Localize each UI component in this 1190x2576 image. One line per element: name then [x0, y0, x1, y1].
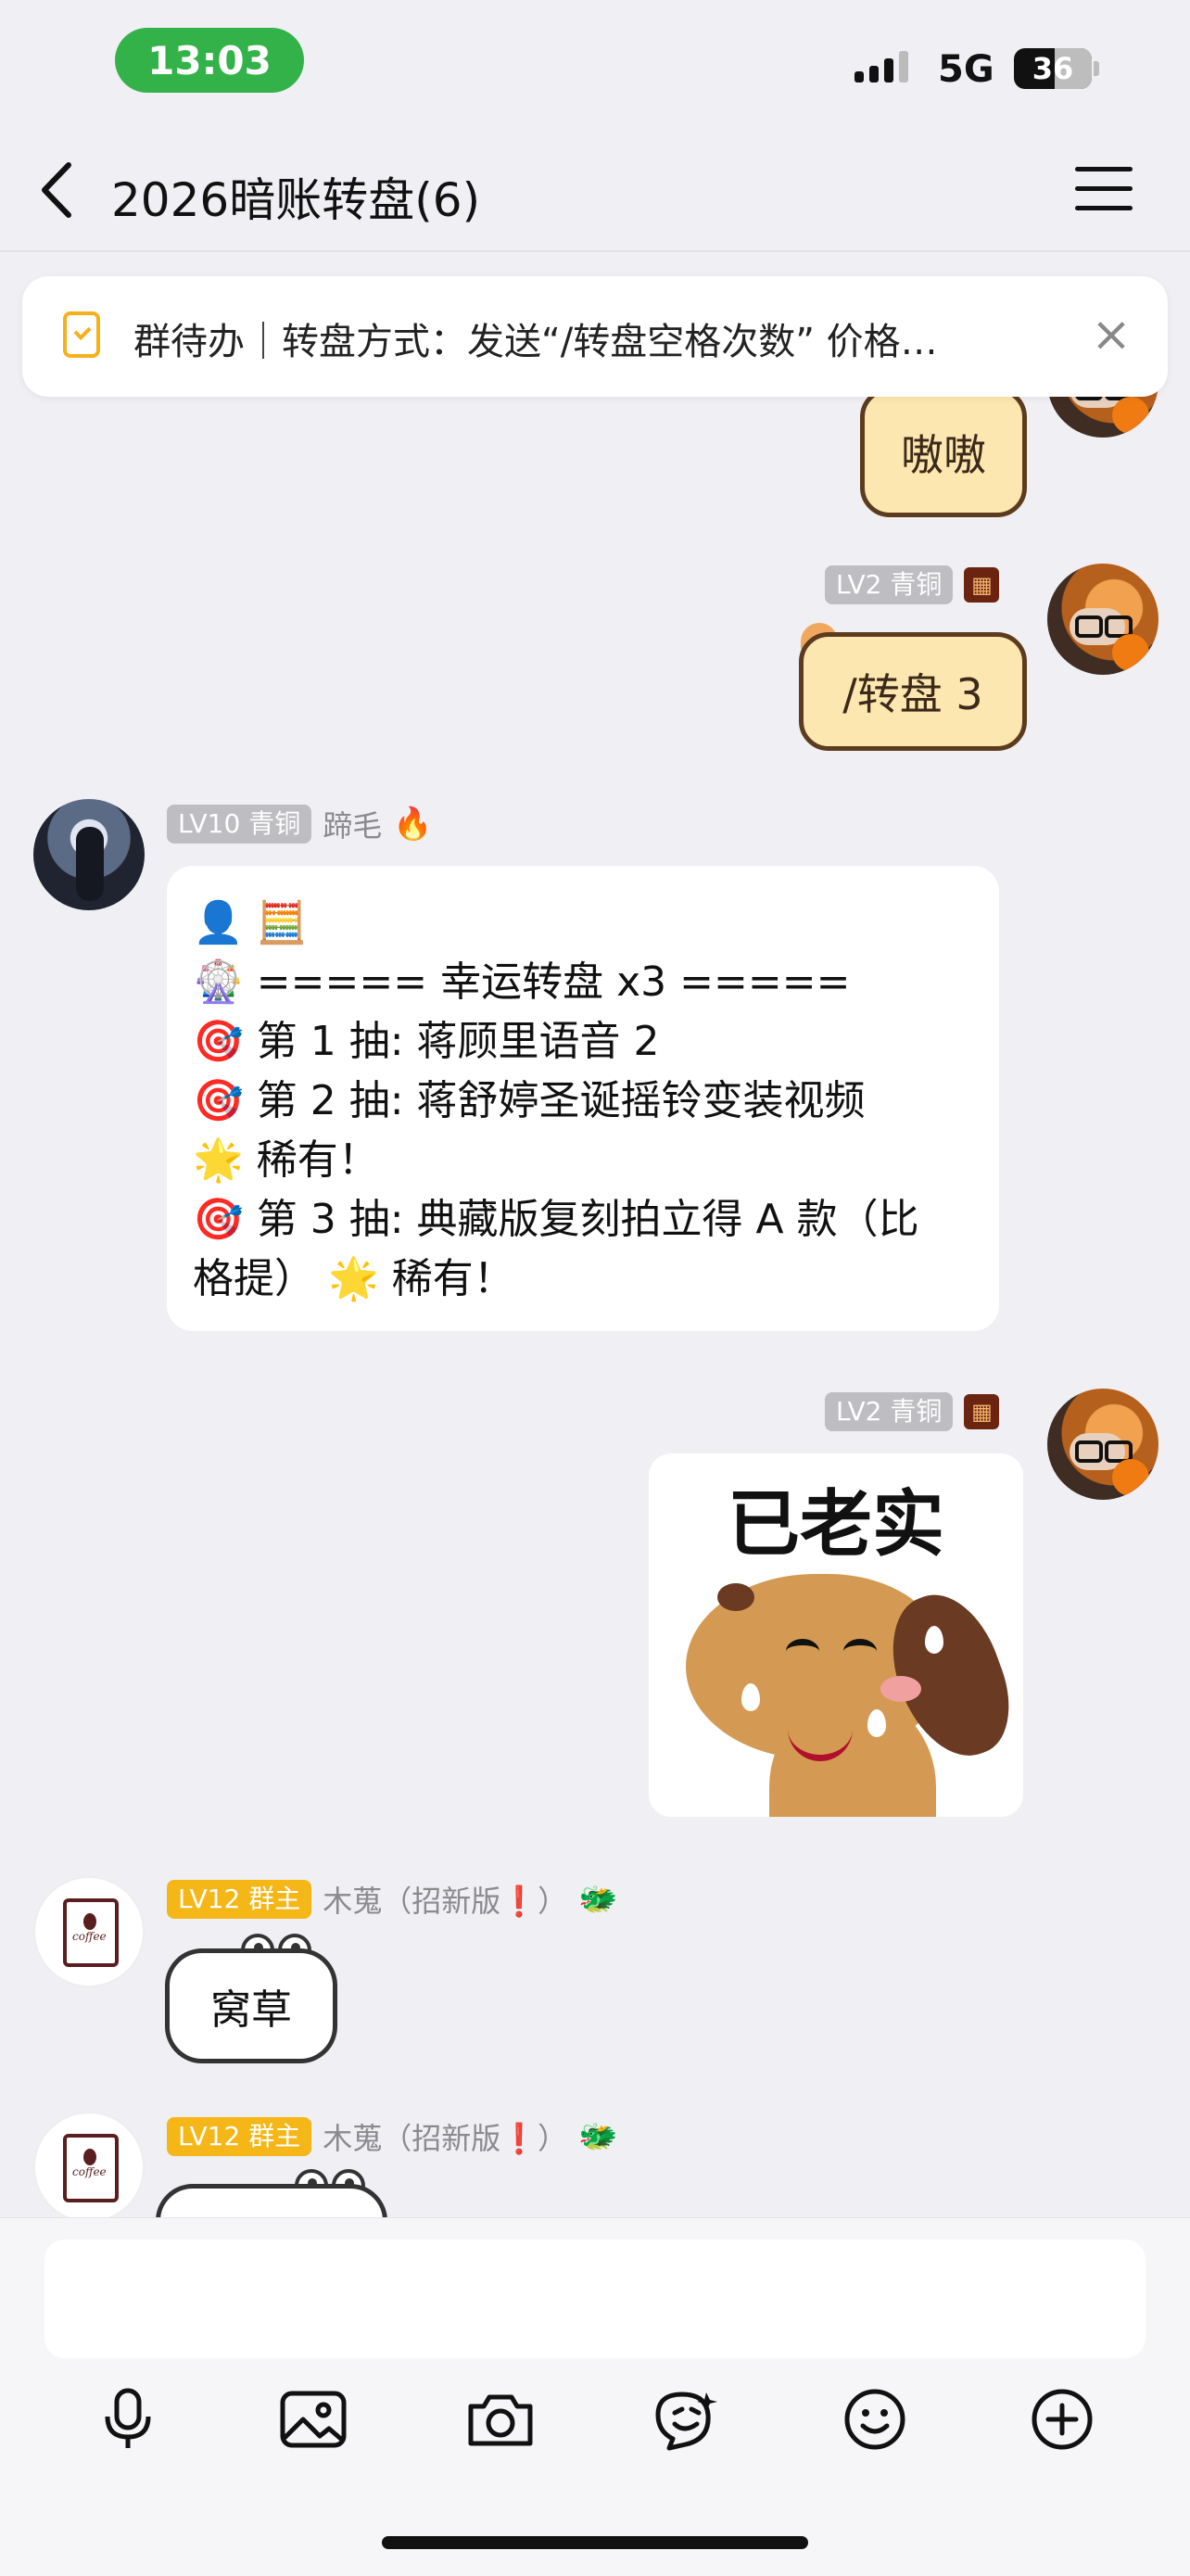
- sticker-caption: 已老实: [727, 1483, 944, 1567]
- chevron-left-icon: [42, 162, 71, 218]
- level-badge: LV12 群主: [167, 2117, 312, 2156]
- avatar-group-owner[interactable]: coffee: [33, 1876, 145, 1987]
- camera-icon: [468, 2394, 533, 2446]
- message-text: /转盘 3: [842, 669, 983, 719]
- message-text: 嗷嗷: [901, 430, 986, 480]
- result-line: 🌟 稀有！: [193, 1136, 379, 1184]
- home-indicator[interactable]: [382, 2536, 808, 2549]
- avatar-self[interactable]: [1047, 564, 1158, 675]
- sender-info: LV10 青铜 蹄毛 🔥: [167, 803, 433, 845]
- level-badge: LV2 青铜: [825, 565, 954, 604]
- battery-icon: 36: [1014, 48, 1092, 89]
- avatar-self[interactable]: [1047, 1389, 1158, 1500]
- result-line: 👤 🧮: [193, 899, 308, 946]
- sender-info: LV2 青铜 ▦: [825, 1392, 1000, 1431]
- level-badge: LV10 青铜: [167, 805, 312, 844]
- avatar-group-owner[interactable]: coffee: [33, 2112, 145, 2223]
- network-type: 5G: [938, 48, 994, 91]
- status-time: 13:03: [115, 28, 304, 93]
- menu-button[interactable]: [1075, 167, 1133, 215]
- message-bubble[interactable]: 窝草: [165, 1948, 337, 2063]
- back-button[interactable]: [33, 158, 89, 222]
- group-todo-bar[interactable]: 群待办｜转盘方式：发送“/转盘空格次数” 价格… ×: [22, 276, 1168, 397]
- message-bubble[interactable]: 👤 🧮 🎡 ===== 幸运转盘 x3 ===== 🎯 第 1 抽: 蒋顾里语音…: [167, 866, 999, 1331]
- message-bubble[interactable]: /转盘 3: [799, 632, 1027, 751]
- result-line: 格提） 🌟 稀有！: [193, 1255, 514, 1302]
- sticker-message[interactable]: 已老实: [649, 1453, 1023, 1817]
- close-icon[interactable]: ×: [1088, 311, 1134, 360]
- result-line: 🎯 第 3 抽: 典藏版复刻拍立得 A 款（比: [193, 1196, 919, 1243]
- dragon-icon: 🐲: [578, 2118, 618, 2155]
- level-badge: LV2 青铜: [825, 1392, 954, 1431]
- sticker-button[interactable]: [649, 2382, 723, 2456]
- voice-button[interactable]: [91, 2382, 165, 2456]
- emoji-icon: [844, 2389, 905, 2450]
- result-line: 🎡 ===== 幸运转盘 x3 =====: [193, 958, 851, 1006]
- battery-cap: [1094, 61, 1099, 76]
- image-button[interactable]: [276, 2382, 350, 2456]
- sticker-icon: [655, 2392, 717, 2451]
- flame-icon: 🔥: [393, 806, 433, 843]
- image-icon: [280, 2391, 347, 2448]
- abacus-icon: ▦: [964, 1394, 1000, 1429]
- result-line: 🎯 第 2 抽: 蒋舒婷圣诞摇铃变装视频: [193, 1077, 866, 1124]
- chat-title: 2026暗账转盘(6): [111, 173, 481, 227]
- level-badge: LV12 群主: [167, 1880, 312, 1919]
- result-line: 🎯 第 1 抽: 蒋顾里语音 2: [193, 1018, 660, 1065]
- microphone-icon: [105, 2388, 151, 2448]
- sender-name[interactable]: 蹄毛: [323, 803, 382, 845]
- camera-button[interactable]: [463, 2382, 538, 2456]
- message-text: 窝草: [210, 1986, 292, 2034]
- sender-name[interactable]: 木蒐（招新版❗）: [323, 2115, 567, 2158]
- sender-name[interactable]: 木蒐（招新版❗）: [323, 1878, 567, 1921]
- message-bubble[interactable]: 嗷嗷: [860, 387, 1027, 517]
- message-input[interactable]: [44, 2240, 1146, 2358]
- abacus-icon: ▦: [964, 567, 1000, 603]
- emoji-button[interactable]: [838, 2382, 912, 2456]
- avatar-timao[interactable]: [33, 799, 145, 910]
- hamburger-menu-icon: [1075, 167, 1133, 210]
- sender-info: LV2 青铜 ▦: [825, 565, 1000, 604]
- header-divider: [0, 250, 1190, 252]
- dragon-icon: 🐲: [578, 1881, 618, 1918]
- more-button[interactable]: [1025, 2382, 1099, 2456]
- sender-info: LV12 群主 木蒐（招新版❗） 🐲: [167, 2115, 617, 2158]
- signal-icon: [855, 51, 908, 82]
- todo-text: 群待办｜转盘方式：发送“/转盘空格次数” 价格…: [133, 321, 938, 363]
- plus-icon: [1032, 2389, 1093, 2450]
- roulette-result: 👤 🧮 🎡 ===== 幸运转盘 x3 ===== 🎯 第 1 抽: 蒋顾里语音…: [167, 866, 999, 1337]
- battery-level: 36: [1032, 51, 1074, 86]
- sender-info: LV12 群主 木蒐（招新版❗） 🐲: [167, 1878, 617, 1921]
- checklist-icon: [63, 311, 100, 358]
